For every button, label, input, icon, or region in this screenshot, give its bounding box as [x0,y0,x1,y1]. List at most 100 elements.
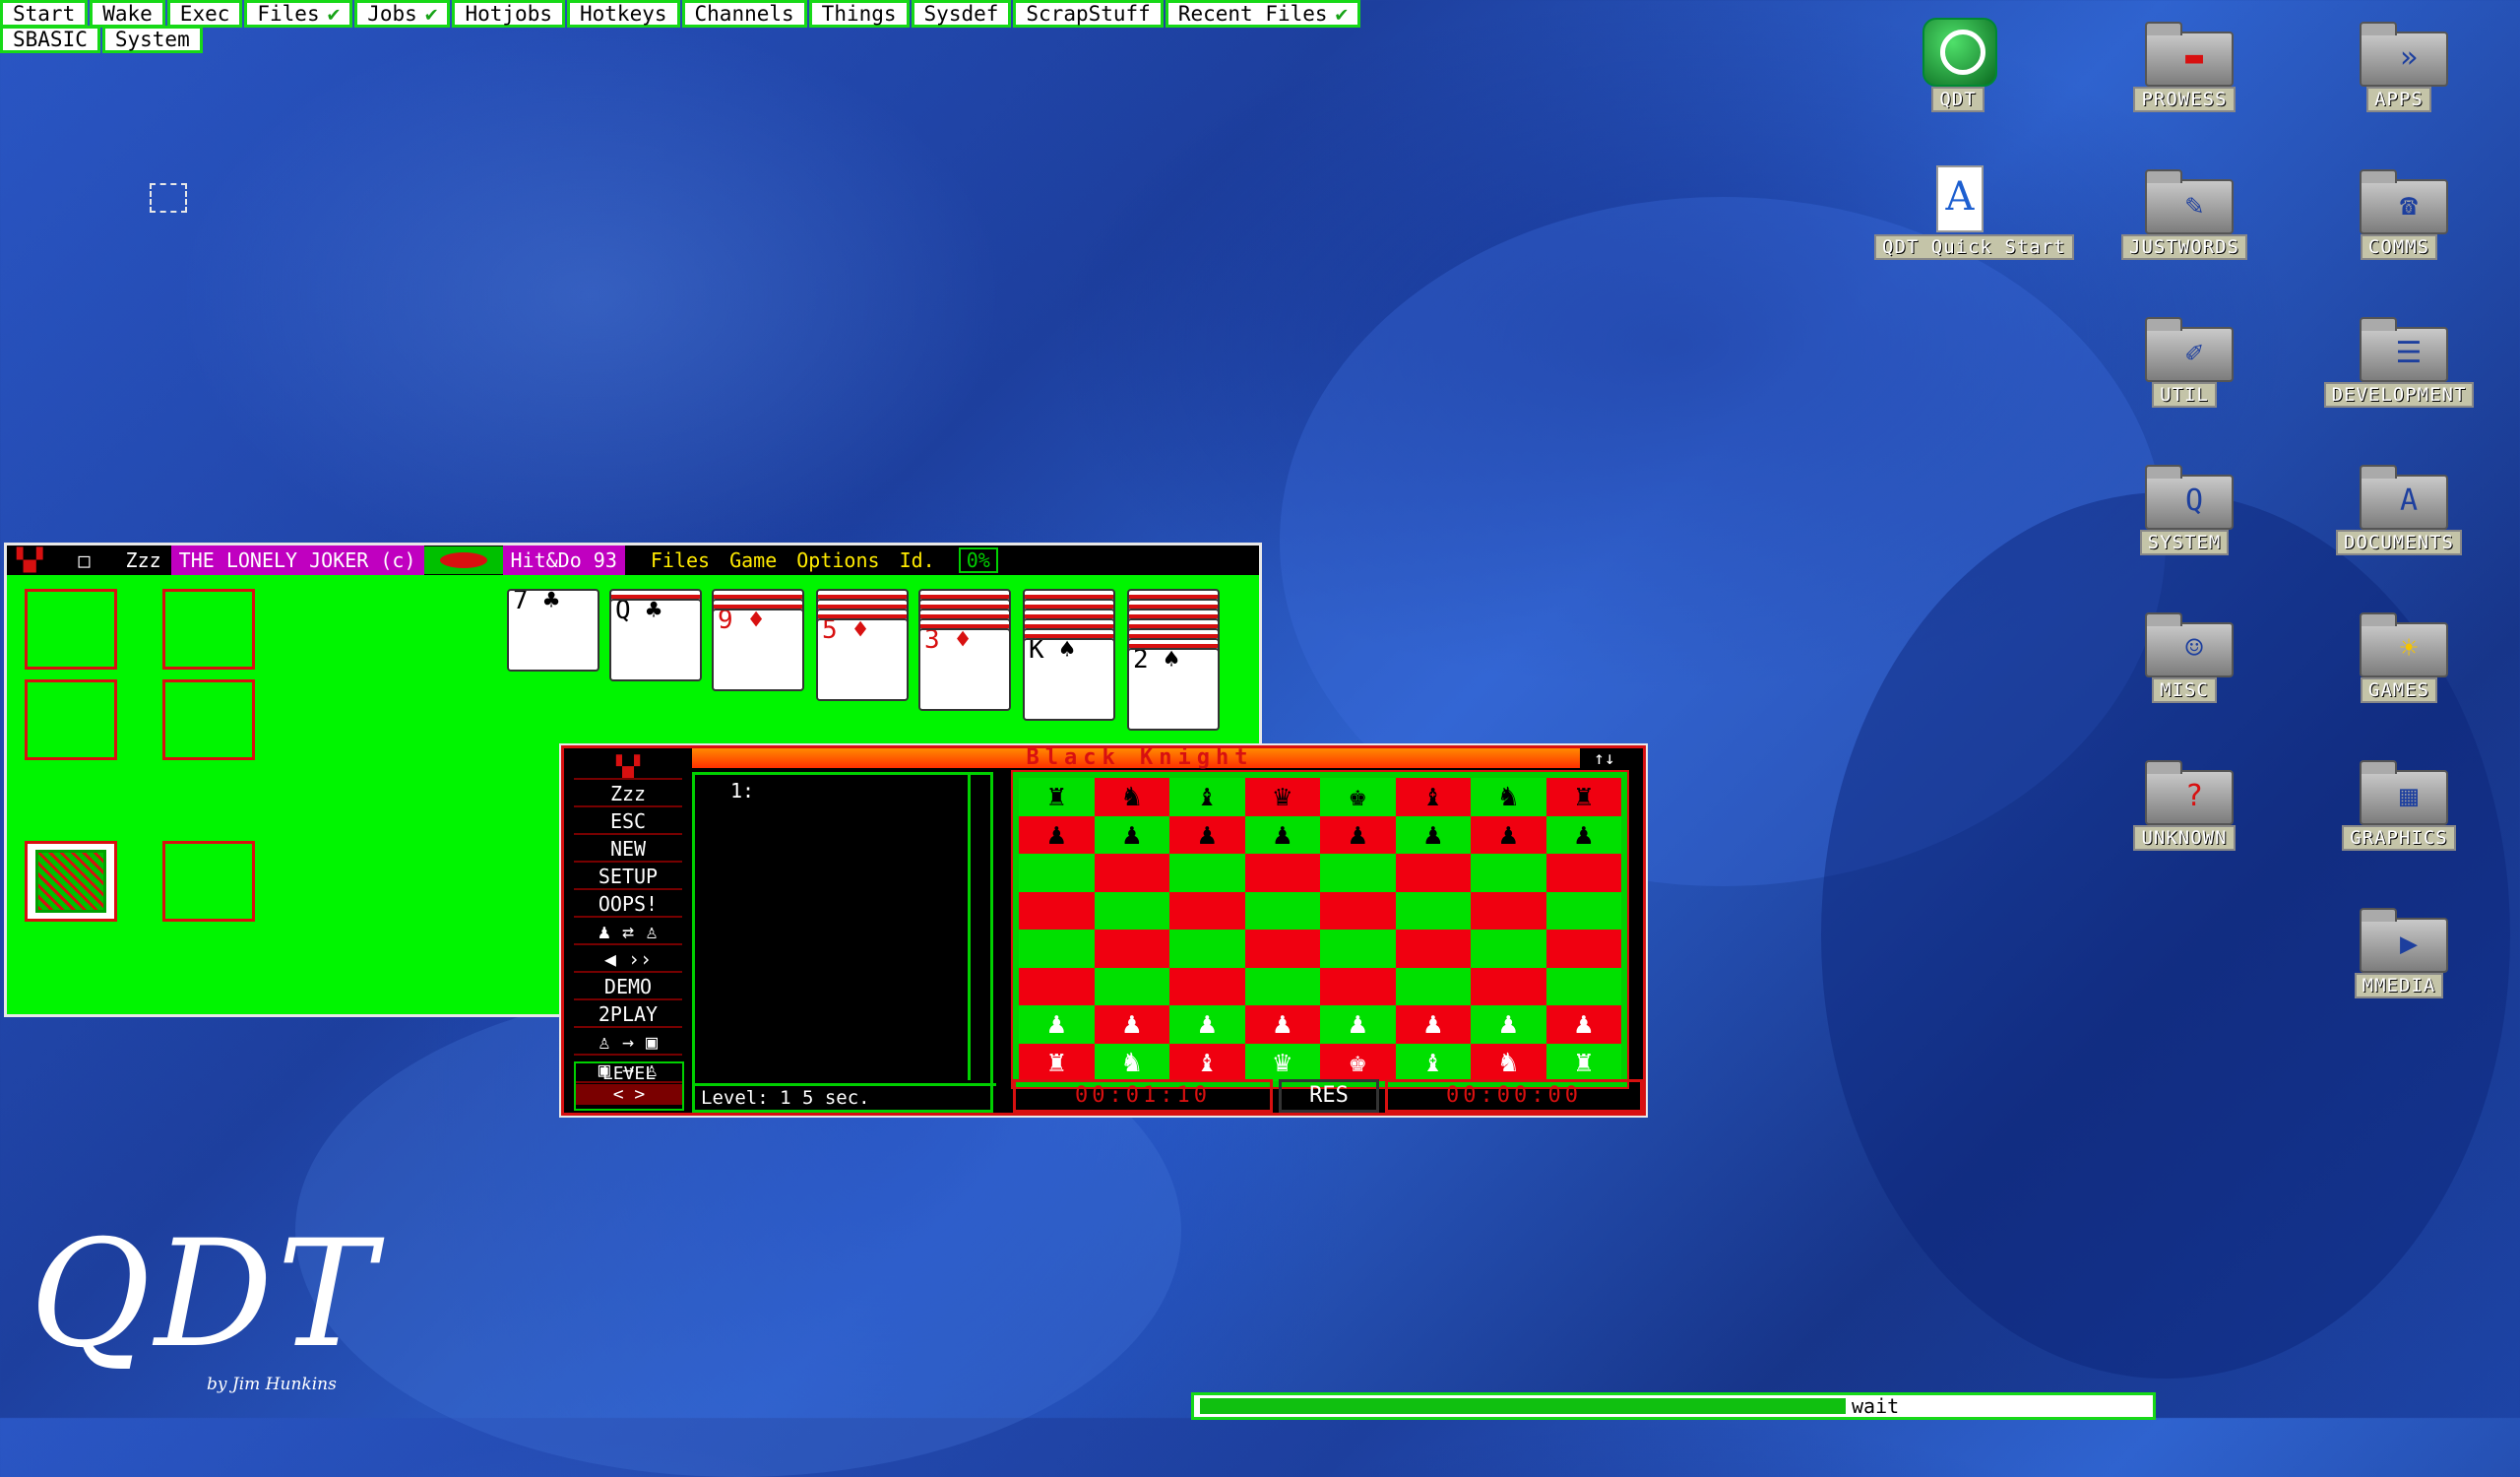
menu-files[interactable]: Files ✔ [244,0,353,28]
board-square[interactable] [1169,891,1245,930]
board-square[interactable] [1019,854,1095,892]
foundation-slot[interactable] [25,589,117,670]
desktop-icon-comms[interactable]: ☎ COMMS [2315,165,2483,260]
board-square[interactable] [1094,930,1169,968]
esc-button[interactable]: ESC [574,809,682,835]
board-square[interactable] [1320,967,1396,1005]
board-square[interactable]: ♚ [1320,1043,1396,1081]
level-arrows[interactable]: < > [576,1084,682,1105]
desktop-icon-misc[interactable]: ☺ MISC [2101,609,2268,703]
white-piece-icon[interactable]: ♞ [1499,1047,1517,1077]
board-square[interactable] [1320,891,1396,930]
menu-options[interactable]: Options [787,548,889,572]
black-piece-icon[interactable]: ♜ [1047,782,1065,811]
desktop-icon-qdt[interactable]: QDT [1874,18,2042,112]
board-square[interactable] [1169,930,1245,968]
black-piece-icon[interactable]: ♚ [1349,782,1366,811]
board-square[interactable] [1244,891,1320,930]
playing-card[interactable]: 5 ♦ [816,618,909,701]
demo-button[interactable]: DEMO [574,975,682,1000]
board-square[interactable] [1471,891,1546,930]
solitaire-titlebar[interactable]: ▚▞ □ Zzz THE LONELY JOKER (c) Hit&Do 93 … [7,546,1259,575]
menu-id[interactable]: Id. [890,548,945,572]
new-game-button[interactable]: NEW [574,837,682,863]
board-square[interactable]: ♟ [1320,815,1396,854]
white-piece-icon[interactable]: ♟ [1349,1009,1366,1039]
board-square[interactable] [1545,891,1621,930]
menu-exec[interactable]: Exec [166,0,243,28]
black-piece-icon[interactable]: ♜ [1575,782,1593,811]
white-piece-icon[interactable]: ♟ [1274,1009,1292,1039]
foundation-slot[interactable] [25,679,117,760]
sound-icon[interactable]: ◀ ›› [574,947,682,973]
sleep-button[interactable]: Zzz [574,782,682,807]
desktop-icon-graphics[interactable]: ▦ GRAPHICS [2315,756,2483,851]
board-square[interactable] [1395,891,1471,930]
swap-sides-icon[interactable]: ♟ ⇄ ♙ [574,920,682,945]
board-square[interactable] [1244,930,1320,968]
white-piece-icon[interactable]: ♚ [1349,1047,1366,1077]
playing-card[interactable]: 3 ♦ [918,628,1011,711]
playing-card[interactable]: K ♠ [1023,638,1115,721]
menu-game[interactable]: Game [720,548,787,572]
window-move-icon[interactable]: ▚▞ [7,548,53,573]
board-square[interactable]: ♟ [1471,815,1546,854]
board-square[interactable]: ♝ [1169,1043,1245,1081]
board-square[interactable]: ♟ [1545,815,1621,854]
board-square[interactable] [1019,967,1095,1005]
black-piece-icon[interactable]: ♟ [1274,819,1292,850]
board-square[interactable]: ♞ [1094,778,1169,816]
playing-card[interactable]: Q ♣ [609,599,702,681]
white-piece-icon[interactable]: ♜ [1047,1047,1065,1077]
black-piece-icon[interactable]: ♟ [1349,819,1366,850]
desktop-icon-util[interactable]: ✐ UTIL [2101,313,2268,408]
menu-sbasic[interactable]: SBASIC [0,26,100,53]
desktop-icon-development[interactable]: ☰ DEVELOPMENT [2315,313,2483,408]
desktop-icon-system[interactable]: Q SYSTEM [2101,461,2268,555]
desktop-icon-mmedia[interactable]: ▶ MMEDIA [2315,904,2483,998]
black-piece-icon[interactable]: ♝ [1198,782,1216,811]
playing-card[interactable]: 7 ♣ [507,589,599,672]
menu-files[interactable]: Files [641,548,720,572]
board-square[interactable]: ♟ [1471,1005,1546,1044]
board-square[interactable] [1169,967,1245,1005]
board-square[interactable] [1320,854,1396,892]
playing-card[interactable]: 9 ♦ [712,609,804,691]
board-square[interactable] [1094,891,1169,930]
desktop-icon-unknown[interactable]: ? UNKNOWN [2101,756,2268,851]
playing-card[interactable]: 2 ♠ [1127,648,1220,731]
board-square[interactable] [1320,930,1396,968]
board-square[interactable]: ♛ [1244,778,1320,816]
two-player-button[interactable]: 2PLAY [574,1002,682,1028]
desktop-icon-apps[interactable]: » APPS [2315,18,2483,112]
board-square[interactable]: ♜ [1019,778,1095,816]
menu-scrapstuff[interactable]: ScrapStuff [1013,0,1164,28]
board-square[interactable] [1244,854,1320,892]
white-piece-icon[interactable]: ♟ [1047,1009,1065,1039]
board-square[interactable]: ♟ [1019,1005,1095,1044]
menu-hotjobs[interactable]: Hotjobs [452,0,565,28]
oops-button[interactable]: OOPS! [574,892,682,918]
desktop-icon-prowess[interactable]: ▬ PROWESS [2101,18,2268,112]
white-piece-icon[interactable]: ♞ [1123,1047,1141,1077]
board-square[interactable]: ♝ [1395,1043,1471,1081]
reset-button[interactable]: RES [1279,1079,1379,1113]
board-square[interactable]: ♝ [1395,778,1471,816]
menu-recent-files[interactable]: Recent Files ✔ [1165,0,1361,28]
board-square[interactable]: ♟ [1395,1005,1471,1044]
board-square[interactable] [1471,930,1546,968]
board-square[interactable]: ♟ [1244,1005,1320,1044]
foundation-slot[interactable] [162,679,255,760]
resize-arrows-icon[interactable]: ↑↓ [1580,748,1629,770]
menu-channels[interactable]: Channels [681,0,807,28]
board-square[interactable] [1019,930,1095,968]
board-square[interactable]: ♟ [1019,815,1095,854]
white-piece-icon[interactable]: ♟ [1198,1009,1216,1039]
black-piece-icon[interactable]: ♟ [1575,819,1593,850]
menu-start[interactable]: Start [0,0,89,28]
waste-pile[interactable] [162,841,255,922]
white-piece-icon[interactable]: ♟ [1424,1009,1442,1039]
board-square[interactable]: ♝ [1169,778,1245,816]
board-square[interactable] [1169,854,1245,892]
board-square[interactable]: ♞ [1094,1043,1169,1081]
